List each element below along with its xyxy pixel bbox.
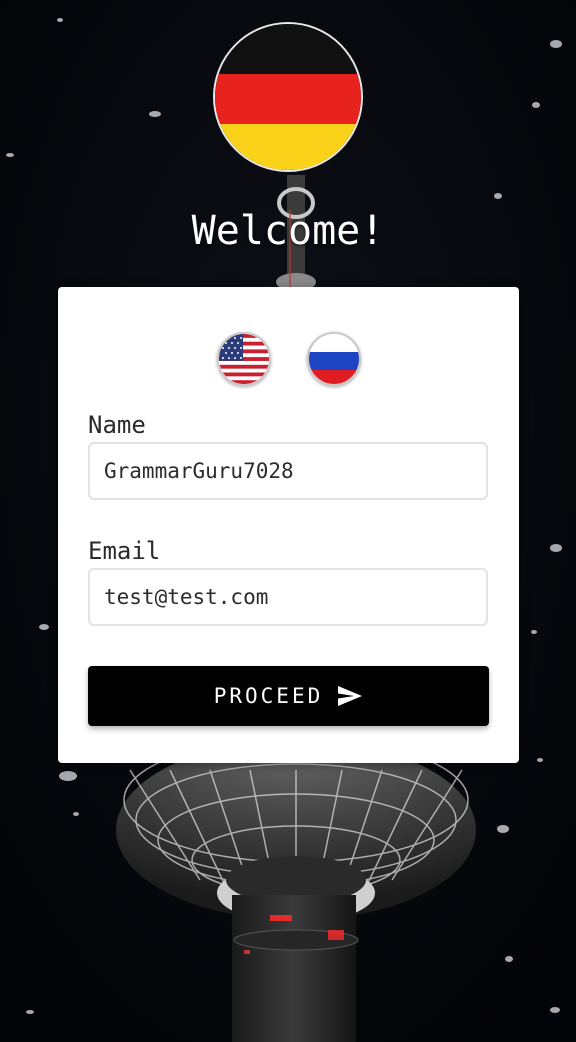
usa-flag-icon[interactable] <box>217 332 271 386</box>
email-input[interactable] <box>88 568 488 626</box>
login-card: Name Email PROCEED <box>58 287 519 763</box>
welcome-title: Welcome! <box>191 208 385 254</box>
send-icon <box>337 685 363 707</box>
name-label: Name <box>88 411 146 439</box>
name-input[interactable] <box>88 442 488 500</box>
russia-flag-icon[interactable] <box>307 332 361 386</box>
germany-flag-icon <box>213 22 363 172</box>
proceed-button[interactable]: PROCEED <box>88 666 489 726</box>
email-label: Email <box>88 537 161 565</box>
proceed-button-label: PROCEED <box>213 684 324 708</box>
